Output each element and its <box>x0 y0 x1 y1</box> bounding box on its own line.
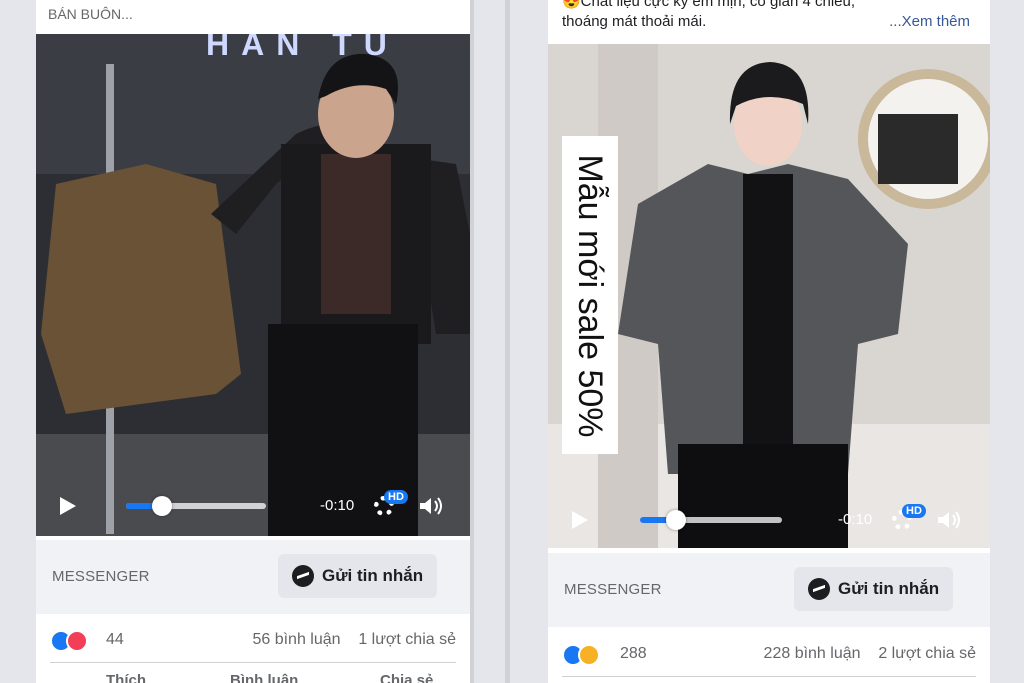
volume-icon[interactable] <box>936 510 962 530</box>
post-card-right: 😍Chất liệu cực kỳ êm mịn, co giãn 4 chiề… <box>548 0 990 683</box>
volume-icon[interactable] <box>418 496 444 516</box>
video-controls: -0:10 HD <box>36 486 470 526</box>
actions-divider <box>562 676 976 677</box>
video-frame <box>36 34 470 536</box>
post-card-left: BÁN BUÔN... HAN TU -0:10 HD MESSENGER Gử… <box>36 0 470 683</box>
comment-button[interactable]: Bình luận <box>230 672 298 683</box>
play-icon[interactable] <box>572 511 588 529</box>
love-icon <box>66 630 88 652</box>
video-progress-knob[interactable] <box>666 510 686 530</box>
sale-overlay-text: Mẫu mới sale 50% <box>571 154 610 438</box>
video-time: -0:10 <box>838 511 873 528</box>
video-player[interactable]: Mẫu mới sale 50% -0:10 HD <box>548 44 990 548</box>
messenger-icon <box>808 578 830 600</box>
share-count[interactable]: 2 lượt chia sẻ <box>878 645 976 662</box>
post-caption-line1: 😍Chất liệu cực kỳ êm mịn, co giãn 4 chiề… <box>562 0 856 10</box>
see-more-link[interactable]: ...Xem thêm <box>889 12 970 32</box>
send-message-button[interactable]: Gửi tin nhắn <box>278 554 438 598</box>
send-message-label: Gửi tin nhắn <box>838 579 940 598</box>
post-actions: Thích Bình luận Chia sẻ <box>50 668 456 683</box>
actions-divider <box>50 662 456 663</box>
messenger-icon <box>292 565 314 587</box>
feed-divider-left <box>470 0 474 683</box>
comments-shares: 56 bình luận 1 lượt chia sẻ <box>252 631 456 649</box>
hd-badge: HD <box>384 490 408 504</box>
cta-bar: MESSENGER Gửi tin nhắn <box>548 553 990 627</box>
video-watermark: HAN TU <box>206 34 399 62</box>
comment-count[interactable]: 56 bình luận <box>252 631 340 648</box>
post-caption-line2: thoáng mát thoải mái. <box>562 13 707 30</box>
play-icon[interactable] <box>60 497 76 515</box>
video-time: -0:10 <box>320 497 355 514</box>
cta-label: MESSENGER <box>52 568 150 585</box>
send-message-label: Gửi tin nhắn <box>322 566 424 585</box>
feed-divider-right <box>505 0 510 683</box>
cta-label: MESSENGER <box>564 581 662 598</box>
reactions-row: 44 56 bình luận 1 lượt chia sẻ <box>50 626 456 656</box>
post-caption: BÁN BUÔN... <box>48 6 133 22</box>
video-progress-knob[interactable] <box>152 496 172 516</box>
video-progress-bar[interactable] <box>126 496 266 516</box>
video-player[interactable]: HAN TU -0:10 HD <box>36 34 470 536</box>
reaction-count[interactable]: 44 <box>106 631 124 649</box>
comments-shares: 228 bình luận 2 lượt chia sẻ <box>764 645 976 663</box>
reaction-count[interactable]: 288 <box>620 645 647 663</box>
comment-count[interactable]: 228 bình luận <box>764 645 861 662</box>
like-button[interactable]: Thích <box>106 672 146 683</box>
reactions-row: 288 228 bình luận 2 lượt chia sẻ <box>562 640 976 670</box>
video-controls: -0:10 HD <box>548 500 990 540</box>
share-count[interactable]: 1 lượt chia sẻ <box>358 631 456 648</box>
wow-icon <box>578 644 600 666</box>
cta-bar: MESSENGER Gửi tin nhắn <box>36 540 470 614</box>
send-message-button[interactable]: Gửi tin nhắn <box>794 567 954 611</box>
video-progress-bar[interactable] <box>640 510 782 530</box>
share-button[interactable]: Chia sẻ <box>380 672 433 683</box>
hd-badge: HD <box>902 504 926 518</box>
